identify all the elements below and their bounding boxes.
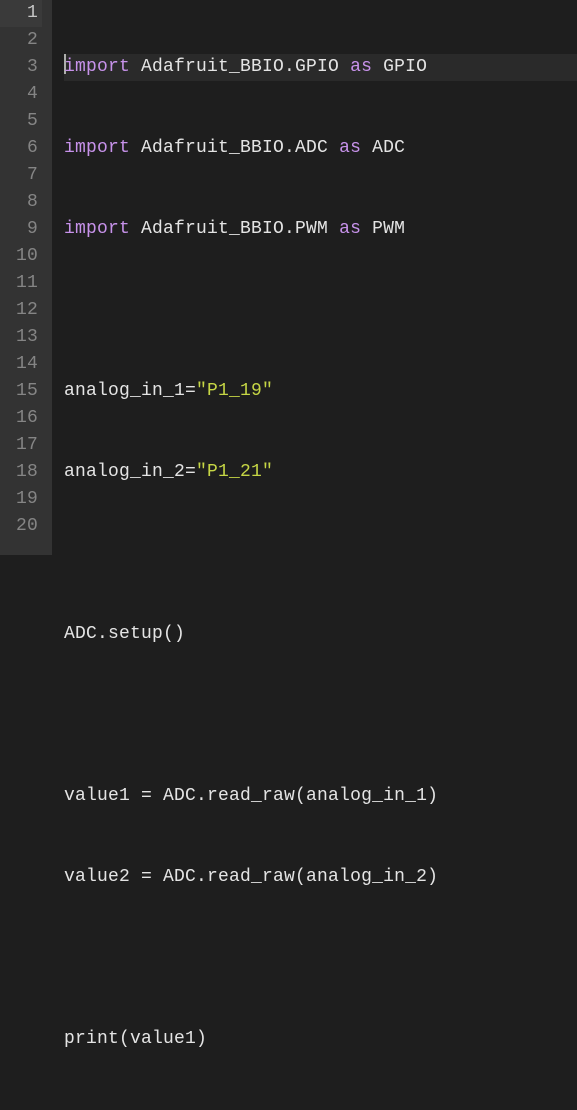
code-line[interactable]: analog_in_2="P1_21"	[64, 459, 577, 486]
code-line[interactable]: print(value1)	[64, 1026, 577, 1053]
line-number: 6	[0, 135, 42, 162]
line-number: 16	[0, 405, 42, 432]
line-number: 11	[0, 270, 42, 297]
line-number: 2	[0, 27, 42, 54]
code-line[interactable]: import Adafruit_BBIO.GPIO as GPIO	[64, 54, 577, 81]
line-number: 8	[0, 189, 42, 216]
line-number: 19	[0, 486, 42, 513]
code-line[interactable]: analog_in_1="P1_19"	[64, 378, 577, 405]
code-line[interactable]: import Adafruit_BBIO.PWM as PWM	[64, 216, 577, 243]
line-number: 13	[0, 324, 42, 351]
line-number: 9	[0, 216, 42, 243]
code-line[interactable]: import Adafruit_BBIO.ADC as ADC	[64, 135, 577, 162]
line-number: 5	[0, 108, 42, 135]
code-line[interactable]	[64, 540, 577, 567]
code-line[interactable]: print(value2)	[64, 1107, 577, 1110]
code-line[interactable]	[64, 945, 577, 972]
code-line[interactable]	[64, 297, 577, 324]
line-number: 10	[0, 243, 42, 270]
line-number: 12	[0, 297, 42, 324]
line-number: 7	[0, 162, 42, 189]
code-line[interactable]	[64, 702, 577, 729]
code-line[interactable]: value1 = ADC.read_raw(analog_in_1)	[64, 783, 577, 810]
line-number: 18	[0, 459, 42, 486]
line-number: 1	[0, 0, 42, 27]
line-number: 17	[0, 432, 42, 459]
line-number: 20	[0, 513, 42, 540]
code-line[interactable]: value2 = ADC.read_raw(analog_in_2)	[64, 864, 577, 891]
line-number: 4	[0, 81, 42, 108]
code-editor: 1 2 3 4 5 6 7 8 9 10 11 12 13 14 15 16 1…	[0, 0, 577, 555]
line-number: 3	[0, 54, 42, 81]
line-number-gutter: 1 2 3 4 5 6 7 8 9 10 11 12 13 14 15 16 1…	[0, 0, 52, 555]
code-area[interactable]: import Adafruit_BBIO.GPIO as GPIO import…	[52, 0, 577, 555]
code-line[interactable]: ADC.setup()	[64, 621, 577, 648]
line-number: 15	[0, 378, 42, 405]
line-number: 14	[0, 351, 42, 378]
